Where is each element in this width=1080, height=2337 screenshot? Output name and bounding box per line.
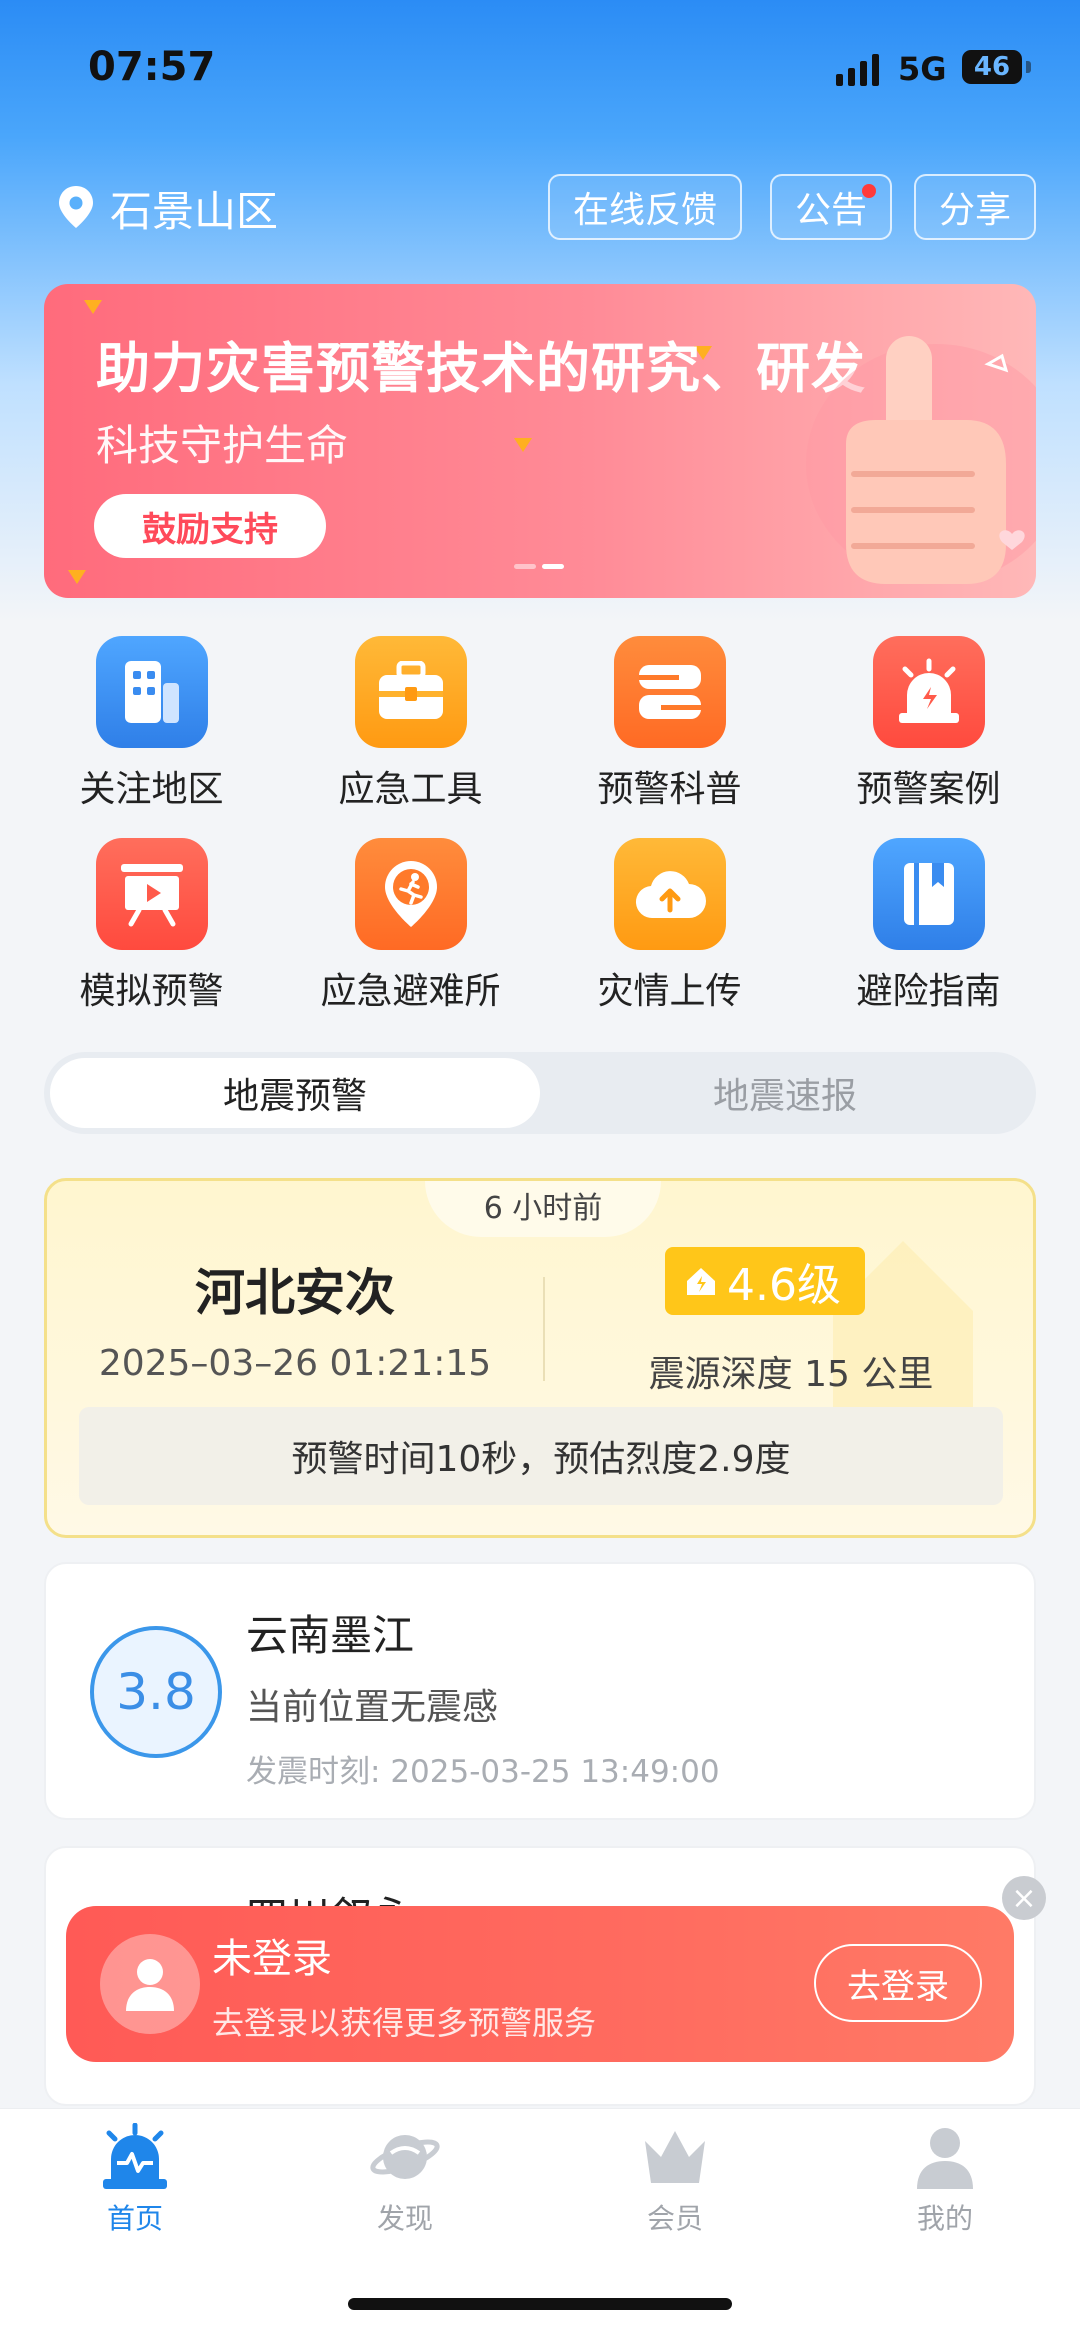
tab-earthquake-report[interactable]: 地震速报: [540, 1058, 1030, 1128]
running-person-icon: [354, 838, 467, 950]
signal-icon: [836, 52, 879, 86]
magnitude-circle: 3.8: [90, 1626, 222, 1758]
tab-mine[interactable]: 我的: [810, 2123, 1080, 2237]
tab-home[interactable]: 首页: [0, 2123, 270, 2237]
tab-membership[interactable]: 会员: [540, 2123, 810, 2237]
grid-label: 关注地区: [79, 769, 224, 810]
login-title: 未登录: [212, 1936, 332, 1982]
grid-label: 灾情上传: [597, 971, 742, 1012]
login-subtitle: 去登录以获得更多预警服务: [212, 2004, 597, 2042]
decor-triangle: [84, 300, 102, 314]
magnitude-badge: 4.6级: [665, 1247, 865, 1315]
battery-icon: 46: [962, 50, 1022, 84]
grid-item-safety-guide[interactable]: 避险指南: [799, 838, 1058, 1014]
promo-banner[interactable]: 助力灾害预警技术的研究、研发 科技守护生命 鼓励支持: [44, 284, 1036, 598]
grid-item-warning-cases[interactable]: 预警案例: [799, 636, 1058, 812]
guide-book-icon: [872, 838, 985, 950]
tab-earthquake-warning[interactable]: 地震预警: [50, 1058, 540, 1128]
feedback-button[interactable]: 在线反馈: [548, 174, 742, 240]
share-button[interactable]: 分享: [914, 174, 1036, 240]
tab-label: 发现: [376, 2202, 433, 2235]
quake-feel-status: 当前位置无震感: [246, 1687, 499, 1728]
grid-label: 预警案例: [856, 769, 1001, 810]
banner-page-indicator: [514, 564, 564, 569]
tab-label: 首页: [106, 2202, 163, 2235]
banner-subtitle: 科技守护生命: [96, 421, 349, 470]
network-label: 5G: [898, 50, 947, 88]
decor-triangle: [68, 570, 86, 584]
login-prompt-bar[interactable]: 未登录 去登录以获得更多预警服务 去登录: [66, 1906, 1014, 2062]
support-button[interactable]: 鼓励支持: [94, 494, 326, 558]
user-avatar-icon: [100, 1934, 200, 2034]
indicator-dot-active: [542, 564, 564, 569]
login-button[interactable]: 去登录: [814, 1944, 982, 2022]
house-quake-icon: [687, 1268, 715, 1295]
status-time: 07:57: [88, 44, 216, 90]
home-indicator: [348, 2298, 732, 2310]
feature-grid: 关注地区 应急工具 预警科普 预警案例 模拟预警 应急避难所 灾情上传 避险指南: [22, 636, 1058, 1014]
quake-time-label: 发震时刻:: [246, 1754, 381, 1790]
user-icon: [917, 2128, 973, 2189]
feedback-label: 在线反馈: [572, 190, 717, 231]
grid-label: 应急避难所: [320, 971, 501, 1012]
alarm-light-icon: [872, 636, 985, 748]
presentation-icon: [95, 838, 208, 950]
alarm-home-icon: [103, 2123, 167, 2189]
magnitude-value: 4.6级: [727, 1260, 841, 1311]
notice-button[interactable]: 公告: [770, 174, 892, 240]
alert-location: 河北安次: [195, 1264, 395, 1322]
tab-discover[interactable]: 发现: [270, 2123, 540, 2237]
grid-item-warning-science[interactable]: 预警科普: [540, 636, 799, 812]
buildings-icon: [95, 636, 208, 748]
status-bar: 07:57 5G 46: [0, 0, 1080, 130]
book-stack-icon: [613, 636, 726, 748]
location-pin-icon: [56, 184, 96, 234]
grid-label: 避险指南: [856, 971, 1001, 1012]
grid-label: 预警科普: [597, 769, 742, 810]
alert-depth: 震源深度 15 公里: [648, 1354, 934, 1395]
alert-datetime: 2025–03–26 01:21:15: [98, 1343, 492, 1384]
alert-summary: 预警时间10秒，预估烈度2.9度: [79, 1407, 1003, 1505]
warning-card[interactable]: 6 小时前 河北安次 2025–03–26 01:21:15 4.6级 震源深度…: [44, 1178, 1036, 1538]
grid-item-emergency-tools[interactable]: 应急工具: [281, 636, 540, 812]
share-label: 分享: [938, 190, 1011, 231]
grid-item-simulated-warning[interactable]: 模拟预警: [22, 838, 281, 1014]
location-selector[interactable]: 石景山区: [56, 178, 278, 239]
indicator-dot: [514, 564, 536, 569]
grid-item-shelter[interactable]: 应急避难所: [281, 838, 540, 1014]
close-icon[interactable]: ×: [1002, 1876, 1046, 1920]
notification-dot: [862, 184, 876, 198]
grid-label: 模拟预警: [79, 971, 224, 1012]
quake-list-item[interactable]: 3.8 云南墨江 当前位置无震感 发震时刻: 2025-03-25 13:49:…: [44, 1562, 1036, 1820]
grid-label: 应急工具: [338, 769, 483, 810]
tab-label: 我的: [916, 2202, 973, 2235]
grid-item-watch-area[interactable]: 关注地区: [22, 636, 281, 812]
crown-icon: [645, 2131, 705, 2183]
quake-time: 发震时刻: 2025-03-25 13:49:00: [246, 1746, 720, 1791]
alert-time-ago: 6 小时前: [425, 1181, 661, 1237]
decor-triangle: [514, 438, 532, 452]
quake-time-value: 2025-03-25 13:49:00: [390, 1754, 720, 1790]
cloud-upload-icon: [613, 838, 726, 950]
grid-item-disaster-upload[interactable]: 灾情上传: [540, 838, 799, 1014]
planet-icon: [370, 2135, 440, 2179]
tab-label: 会员: [646, 2202, 703, 2235]
thumbs-up-icon: [736, 324, 1036, 598]
quake-segment-control: 地震预警 地震速报: [44, 1052, 1036, 1134]
battery-cap: [1026, 61, 1031, 73]
quake-location: 云南墨江: [246, 1611, 415, 1660]
toolbox-icon: [354, 636, 467, 748]
location-label: 石景山区: [110, 187, 279, 236]
notice-label: 公告: [794, 190, 867, 231]
